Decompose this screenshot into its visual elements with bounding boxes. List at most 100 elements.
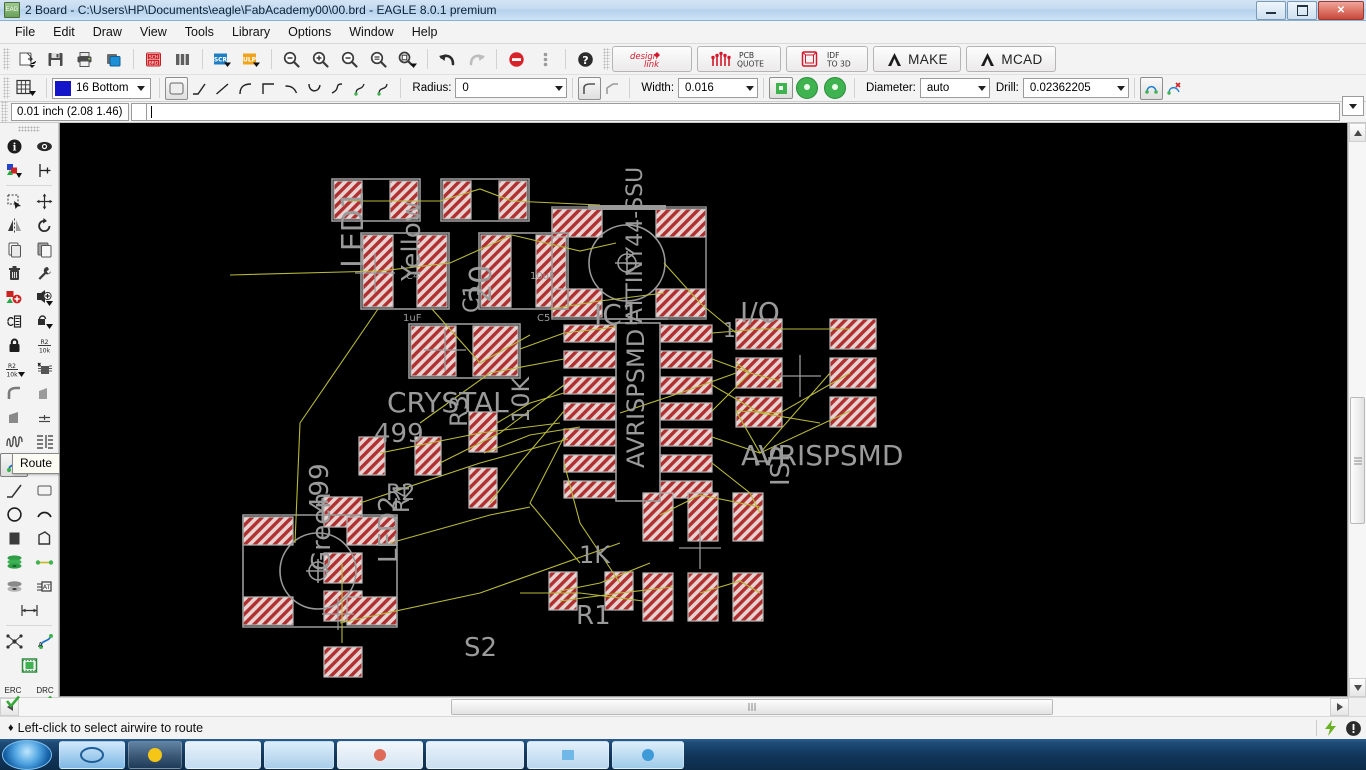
circle-icon[interactable] [0, 502, 28, 526]
mcad-button[interactable]: MCAD [966, 46, 1056, 72]
bend-style-0-button[interactable] [165, 76, 189, 100]
scr-icon[interactable]: SCR [208, 45, 237, 73]
meander-icon[interactable] [0, 429, 28, 453]
optimize-icon[interactable] [0, 405, 28, 429]
text-tool[interactable] [30, 478, 58, 502]
pad-octagon-icon[interactable] [824, 77, 847, 99]
layers-color-icon[interactable] [0, 158, 28, 182]
palette-grip[interactable] [18, 126, 40, 132]
bend-style-9-button[interactable] [372, 77, 395, 100]
selection-marquee-icon[interactable] [0, 189, 28, 213]
undo-arrow-icon[interactable] [433, 45, 462, 73]
task-2[interactable] [128, 740, 182, 769]
polygon-icon[interactable] [30, 526, 58, 550]
layer-selector[interactable]: 16 Bottom [52, 77, 152, 99]
idf-to-3d-button[interactable]: IDF TO 3D [786, 46, 868, 72]
bend-style-3-button[interactable] [234, 77, 257, 100]
command-input[interactable] [146, 103, 1340, 121]
value-label-icon[interactable]: R2 10k [0, 357, 28, 381]
wire-line-icon[interactable] [0, 478, 28, 502]
ulp-icon[interactable]: ULP [237, 45, 266, 73]
coord-grip[interactable] [1, 101, 8, 123]
text-align-icon[interactable] [30, 429, 58, 453]
restore-button[interactable] [1287, 1, 1317, 20]
open-file-icon[interactable] [12, 45, 41, 73]
arc-icon[interactable] [30, 502, 58, 526]
eye-icon[interactable] [30, 134, 58, 158]
pcb-canvas[interactable]: C4 10uF 1uF C5 LED1 Yellow 20 C1 IC1 ATT… [60, 123, 1347, 696]
via-stack-icon[interactable] [0, 550, 28, 574]
vertical-scrollbar[interactable] [1348, 123, 1366, 697]
menu-file[interactable]: File [6, 22, 44, 42]
diameter-input[interactable]: auto [919, 78, 990, 98]
redo-arrow-icon[interactable] [462, 45, 491, 73]
task-8[interactable] [612, 740, 684, 769]
zoom-in-icon[interactable] [306, 45, 335, 73]
task-6[interactable] [426, 740, 524, 769]
horizontal-scrollbar[interactable] [0, 697, 1366, 716]
zoom-fit-icon[interactable] [277, 45, 306, 73]
lightning-bolt-icon[interactable] [1323, 719, 1339, 737]
minimize-button[interactable] [1256, 1, 1286, 20]
vertical-scroll-track[interactable] [1349, 142, 1366, 678]
close-button[interactable]: ✕ [1318, 1, 1364, 20]
command-history-dropdown[interactable] [1342, 96, 1364, 116]
move-arrows-icon[interactable] [30, 189, 58, 213]
paste-icon[interactable] [30, 237, 58, 261]
make-button[interactable]: MAKE [873, 46, 961, 72]
bend-style-7-button[interactable] [326, 77, 349, 100]
horizontal-scroll-thumb[interactable] [451, 699, 1053, 715]
zoom-out-icon[interactable] [335, 45, 364, 73]
zoom-select-icon[interactable] [393, 45, 422, 73]
autorouter-icon[interactable]: A [30, 629, 58, 653]
layers-stack-icon[interactable] [99, 45, 128, 73]
task-1[interactable] [59, 740, 125, 769]
miter-round-icon[interactable] [578, 76, 602, 100]
menu-view[interactable]: View [131, 22, 176, 42]
menu-draw[interactable]: Draw [84, 22, 131, 42]
mark-crosshair-icon[interactable] [30, 158, 58, 182]
drill-input[interactable]: 0.02362205 [1022, 78, 1129, 98]
miter-chamfer-icon[interactable] [601, 77, 624, 100]
grid-icon[interactable] [12, 74, 41, 102]
miter-curve-icon[interactable] [0, 381, 28, 405]
chevron-down-icon[interactable] [1116, 85, 1125, 91]
pad-square-icon[interactable] [769, 77, 794, 99]
bend-style-8-button[interactable] [349, 77, 372, 100]
rotate-icon[interactable] [30, 213, 58, 237]
smash-icon[interactable] [30, 357, 58, 381]
bend-style-6-button[interactable] [303, 77, 326, 100]
replace-part-icon[interactable] [30, 285, 58, 309]
signal-icon[interactable] [30, 550, 58, 574]
menu-help[interactable]: Help [403, 22, 447, 42]
trash-icon[interactable] [0, 261, 28, 285]
lock-move-icon[interactable] [30, 309, 58, 333]
add-part-icon[interactable] [0, 285, 28, 309]
scroll-right-button[interactable] [1330, 698, 1349, 716]
task-7[interactable] [527, 740, 609, 769]
padlock-icon[interactable] [0, 333, 28, 357]
select-shape-icon[interactable] [1139, 76, 1163, 100]
bend-style-2-button[interactable] [211, 77, 234, 100]
info-circle-icon[interactable] [1345, 720, 1362, 737]
chevron-down-icon[interactable] [137, 85, 146, 91]
hole-icon[interactable] [0, 574, 28, 598]
pinswap-icon[interactable] [0, 309, 28, 333]
ratsnest-icon[interactable] [0, 629, 28, 653]
radius-input[interactable]: 0 [455, 78, 568, 98]
info-tool[interactable]: i [0, 134, 28, 158]
pcb-canvas-area[interactable]: C4 10uF 1uF C5 LED1 Yellow 20 C1 IC1 ATT… [59, 123, 1348, 697]
start-orb[interactable] [2, 739, 52, 770]
split-wire-icon[interactable] [30, 381, 58, 405]
design-link-button[interactable]: design link [612, 46, 692, 72]
menu-library[interactable]: Library [223, 22, 279, 42]
menu-tools[interactable]: Tools [176, 22, 223, 42]
menu-window[interactable]: Window [340, 22, 402, 42]
mirror-icon[interactable] [0, 213, 28, 237]
bend-style-4-button[interactable] [257, 77, 280, 100]
printer-icon[interactable] [70, 45, 99, 73]
task-3[interactable] [185, 740, 261, 769]
menu-edit[interactable]: Edit [44, 22, 84, 42]
dimension-arrow-icon[interactable] [15, 598, 43, 622]
chevron-down-icon[interactable] [746, 85, 755, 91]
